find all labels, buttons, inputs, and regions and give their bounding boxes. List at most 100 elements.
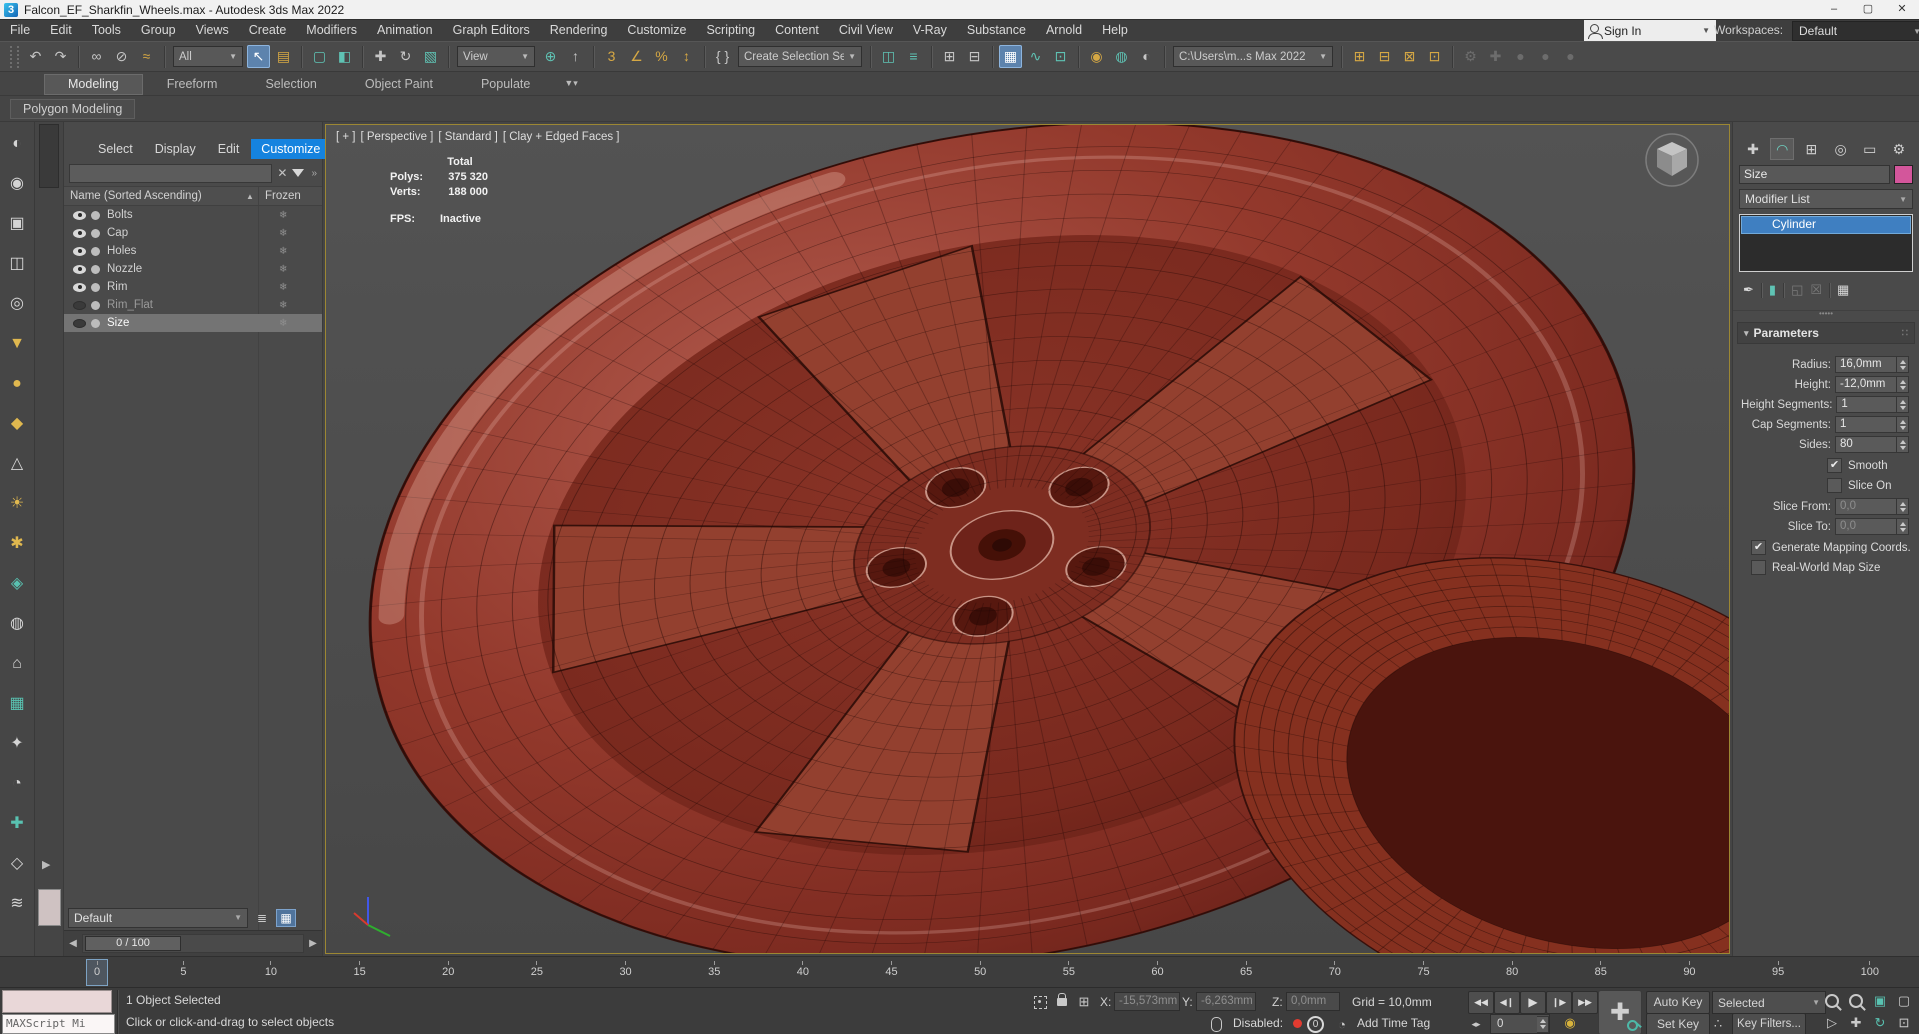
menu-group[interactable]: Group bbox=[131, 23, 186, 37]
unlink-selection-icon[interactable]: ⊘ bbox=[110, 45, 133, 68]
close-button[interactable]: ✕ bbox=[1885, 0, 1919, 19]
zoom-icon[interactable] bbox=[1822, 991, 1842, 1011]
menu-customize[interactable]: Customize bbox=[617, 23, 696, 37]
parameters-rollout-header[interactable]: ▾ Parameters ∷ bbox=[1737, 322, 1915, 344]
configure-modifier-sets-icon[interactable]: ⚙ bbox=[1459, 45, 1482, 68]
display-tab-icon[interactable]: ▭ bbox=[1858, 138, 1882, 160]
motion-tab-icon[interactable]: ◎ bbox=[1829, 138, 1853, 160]
toolbar-flyout-arrow-icon[interactable]: ▶ bbox=[42, 858, 50, 871]
degradation-count-badge[interactable]: 0 bbox=[1307, 1016, 1324, 1033]
rendered-frame-window-icon[interactable]: ◐ bbox=[1135, 45, 1158, 68]
left-toolbar-icon-5[interactable]: ◎ bbox=[4, 291, 30, 317]
left-toolbar-icon-3[interactable]: ▣ bbox=[4, 211, 30, 237]
maximize-viewport-icon[interactable]: ⊡ bbox=[1894, 1013, 1914, 1033]
height-segments-field[interactable]: 1 bbox=[1836, 396, 1898, 413]
current-frame-field[interactable]: 0 bbox=[1490, 1014, 1550, 1034]
select-by-name-icon[interactable]: ▤ bbox=[272, 45, 295, 68]
visibility-eye-icon[interactable] bbox=[73, 264, 86, 274]
left-toolbar-icon-15[interactable]: ▦ bbox=[4, 691, 30, 717]
smooth-checkbox[interactable] bbox=[1827, 458, 1842, 473]
panel-splitter[interactable]: ••••• bbox=[1733, 310, 1919, 318]
stack-item-cylinder[interactable]: Cylinder bbox=[1741, 216, 1911, 234]
slice-on-checkbox[interactable] bbox=[1827, 478, 1842, 493]
ribbon-config-chevron-icon[interactable]: ▼▾ bbox=[564, 78, 577, 95]
select-link-icon[interactable]: ∞ bbox=[85, 45, 108, 68]
timeline-tick[interactable]: 20 bbox=[442, 961, 454, 978]
timeline-tick[interactable]: 30 bbox=[619, 961, 632, 978]
project-folder-dropdown[interactable]: C:\Users\m...s Max 2022 ▼ bbox=[1173, 46, 1333, 67]
use-pivot-point-icon[interactable]: ⊕ bbox=[539, 45, 562, 68]
scene-object-rim-flat[interactable]: Rim_Flat bbox=[64, 296, 322, 314]
scene-object-holes[interactable]: Holes bbox=[64, 242, 322, 260]
frozen-toggle-icon[interactable] bbox=[279, 282, 287, 293]
utilities-tab-icon[interactable]: ⚙ bbox=[1887, 138, 1911, 160]
timeline-tick[interactable]: 10 bbox=[265, 961, 277, 978]
clear-search-icon[interactable]: ✕ bbox=[277, 166, 287, 180]
timeline-tick[interactable]: 85 bbox=[1595, 961, 1607, 978]
left-toolbar-icon-19[interactable]: ◇ bbox=[4, 851, 30, 877]
ribbon-tab-freeform[interactable]: Freeform bbox=[143, 74, 242, 95]
timeline-tick[interactable]: 40 bbox=[797, 961, 809, 978]
transform-type-in-icon[interactable]: ⊞ bbox=[1074, 992, 1094, 1012]
radius-field[interactable]: 16,0mm bbox=[1835, 356, 1897, 373]
frozen-toggle-icon[interactable] bbox=[279, 318, 287, 329]
bind-to-spacewarp-icon[interactable]: ≈ bbox=[135, 45, 158, 68]
timeline-tick[interactable]: 15 bbox=[353, 961, 366, 978]
search-input[interactable] bbox=[69, 163, 273, 183]
scene-object-size[interactable]: Size bbox=[64, 314, 322, 332]
align-icon[interactable]: ≡ bbox=[902, 45, 925, 68]
visibility-eye-icon[interactable] bbox=[73, 228, 86, 238]
timeline-tick[interactable]: 5 bbox=[178, 961, 188, 978]
hierarchy-tab-icon[interactable]: ⊞ bbox=[1799, 138, 1823, 160]
explorer-layout-1-icon[interactable]: ⊞ bbox=[1348, 45, 1371, 68]
viewport-renderer-menu[interactable]: [ Standard ] bbox=[438, 131, 497, 143]
timeline-tick[interactable]: 65 bbox=[1240, 961, 1252, 978]
menu-scripting[interactable]: Scripting bbox=[696, 23, 765, 37]
select-move-icon[interactable]: ✚ bbox=[369, 45, 392, 68]
modifier-list-dropdown[interactable]: Modifier List ▼ bbox=[1739, 189, 1913, 209]
timeline-tick[interactable]: 25 bbox=[531, 961, 543, 978]
frozen-toggle-icon[interactable] bbox=[279, 246, 287, 257]
selection-lock-icon[interactable] bbox=[1052, 989, 1072, 1009]
previous-frame-button[interactable]: ◀ bbox=[66, 938, 80, 949]
frozen-toggle-icon[interactable] bbox=[279, 264, 287, 275]
visibility-eye-icon[interactable] bbox=[73, 282, 86, 292]
left-toolbar-icon-1[interactable]: ◐ bbox=[4, 131, 30, 157]
toggle-ribbon-icon[interactable]: ▦ bbox=[999, 45, 1022, 68]
left-toolbar-icon-6[interactable]: ▼ bbox=[4, 331, 30, 357]
reference-coordinate-dropdown[interactable]: View ▼ bbox=[457, 46, 535, 67]
left-toolbar-icon-9[interactable]: △ bbox=[4, 451, 30, 477]
x-coordinate-field[interactable]: -15,573mm bbox=[1114, 992, 1180, 1011]
menu-tools[interactable]: Tools bbox=[82, 23, 131, 37]
explorer-tab-edit[interactable]: Edit bbox=[208, 139, 250, 159]
undo-icon[interactable]: ↶ bbox=[24, 45, 47, 68]
explorer-tab-customize[interactable]: Customize bbox=[251, 139, 331, 159]
visibility-eye-icon[interactable] bbox=[73, 300, 86, 310]
left-toolbar-icon-11[interactable]: ✱ bbox=[4, 531, 30, 557]
frozen-toggle-icon[interactable] bbox=[279, 300, 287, 311]
visibility-eye-icon[interactable] bbox=[73, 246, 86, 256]
remove-modifier-icon[interactable]: ☒ bbox=[1810, 282, 1822, 298]
curve-editor-icon[interactable]: ∿ bbox=[1024, 45, 1047, 68]
timeline-tick[interactable]: 80 bbox=[1506, 961, 1518, 978]
object-color-swatch[interactable] bbox=[38, 889, 61, 926]
generate-mapping-coords-checkbox[interactable] bbox=[1751, 540, 1766, 555]
show-end-result-icon[interactable]: ▮ bbox=[1769, 282, 1776, 298]
scene-object-rim[interactable]: Rim bbox=[64, 278, 322, 296]
toggle-scene-explorer-icon[interactable]: ⊞ bbox=[938, 45, 961, 68]
z-coordinate-field[interactable]: 0,0mm bbox=[1286, 992, 1340, 1011]
viewport-layout-tab[interactable] bbox=[39, 124, 59, 188]
maximize-button[interactable]: ▢ bbox=[1851, 0, 1885, 19]
auto-key-button[interactable]: Auto Key bbox=[1646, 991, 1710, 1014]
select-and-place-icon[interactable]: ↑ bbox=[564, 45, 587, 68]
viewport-shading-menu[interactable]: [ Clay + Edged Faces ] bbox=[503, 131, 620, 143]
play-button[interactable]: ▶ bbox=[1520, 991, 1546, 1014]
add-custom-icon[interactable]: ✚ bbox=[1484, 45, 1507, 68]
go-to-end-button[interactable]: ▶▶ bbox=[1572, 991, 1598, 1014]
frozen-column-header[interactable]: Frozen bbox=[265, 190, 301, 202]
radius-spinner[interactable] bbox=[1897, 356, 1909, 373]
visibility-eye-icon[interactable] bbox=[73, 318, 86, 328]
scene-object-bolts[interactable]: Bolts bbox=[64, 206, 322, 224]
menu-rendering[interactable]: Rendering bbox=[540, 23, 618, 37]
toggle-layer-explorer-icon[interactable]: ⊟ bbox=[963, 45, 986, 68]
